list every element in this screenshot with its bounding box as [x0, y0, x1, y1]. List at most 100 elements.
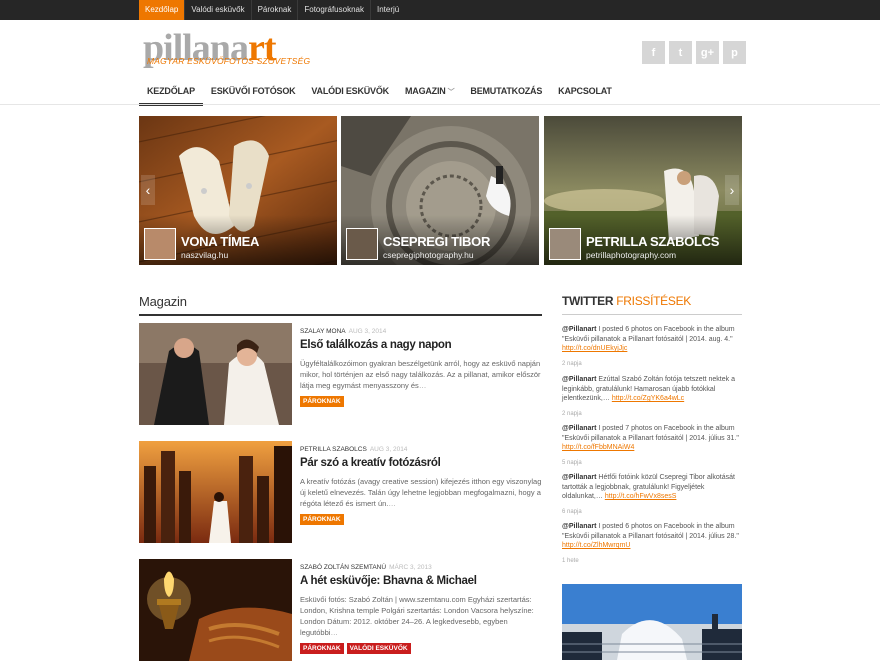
chevron-down-icon: ﹀ [447, 89, 455, 96]
slide-name: CSEPREGI TIBOR [383, 234, 491, 249]
tweet-link[interactable]: http://t.co/dnUEkyjJjc [562, 345, 627, 352]
top-nav-real-weddings[interactable]: Valódi esküvők [185, 0, 252, 20]
top-nav-photographers[interactable]: Fotográfusoknak [298, 0, 371, 20]
twitter-subheading: FRISSÍTÉSEK [616, 294, 691, 308]
nav-divider [0, 104, 880, 105]
nav-item-magazin[interactable]: MAGAZIN ﹀ [397, 80, 462, 106]
nav-item-contact[interactable]: KAPCSOLAT [550, 80, 620, 106]
post-excerpt-text: A kreatív fotózás (avagy creative sessio… [300, 477, 542, 508]
nav-item-home[interactable]: KEZDŐLAP [139, 80, 203, 106]
twitter-icon[interactable]: t [669, 41, 692, 64]
read-more[interactable]: … [388, 499, 396, 508]
tweet-time: 2 napja [562, 360, 582, 367]
post-item: PETRILLA SZABOLCS AUG 3, 2014 Pár szó a k… [139, 441, 542, 545]
google-plus-icon[interactable]: g+ [696, 41, 719, 64]
tweet-item: @Pillanart Hétfői fotóink közül Csepregi… [562, 473, 742, 517]
post-photo [139, 559, 292, 661]
post-tags: PÁROKNAK [300, 396, 344, 407]
sidebar-photo[interactable] [562, 584, 742, 660]
post-title[interactable]: A hét esküvője: Bhavna & Michael [300, 575, 477, 587]
tweet-link[interactable]: http://t.co/hFwVx8sesS [605, 493, 677, 500]
tweet-time: 5 napja [562, 459, 582, 466]
tag-real-weddings[interactable]: VALÓDI ESKÜVŐK [346, 643, 411, 654]
section-underline [139, 314, 542, 316]
post-author[interactable]: SZALAY MONA [300, 328, 346, 335]
avatar [549, 228, 581, 260]
post-item: SZALAY MONA AUG 3, 2014 Első találkozás a… [139, 323, 542, 427]
post-excerpt: Esküvői fotós: Szabó Zoltán | www.szemta… [300, 594, 543, 638]
site-logo[interactable]: pillanart MAGYAR ESKÜVŐFOTÓS SZÖVETSÉG [143, 27, 318, 73]
slide-name: VONA TÍMEA [181, 234, 260, 249]
post-date: AUG 3, 2014 [348, 328, 387, 335]
post-thumbnail[interactable] [139, 323, 292, 425]
top-nav-home[interactable]: Kezdőlap [139, 0, 186, 20]
top-nav-interview[interactable]: Interjú [371, 0, 405, 20]
social-links: f t g+ p [642, 41, 746, 64]
post-author[interactable]: SZABÓ ZOLTÁN SZEMTANÚ [300, 564, 386, 571]
post-photo [139, 323, 292, 425]
avatar [346, 228, 378, 260]
post-excerpt: A kreatív fotózás (avagy creative sessio… [300, 476, 543, 509]
top-nav: Kezdőlap Valódi esküvők Pároknak Fotográ… [139, 0, 405, 20]
logo-tagline: MAGYAR ESKÜVŐFOTÓS SZÖVETSÉG [147, 56, 311, 66]
sidebar-photo-image [562, 584, 742, 660]
magazin-heading: Magazin [139, 294, 187, 309]
avatar [144, 228, 176, 260]
slide-name: PETRILLA SZABOLCS [586, 234, 720, 249]
read-more[interactable]: … [330, 628, 338, 637]
slide-vona-timea[interactable]: VONA TÍMEA naszvilag.hu [139, 116, 337, 265]
post-meta: SZALAY MONA AUG 3, 2014 [300, 328, 386, 335]
twitter-section-title: TWITTER FRISSÍTÉSEK [562, 294, 742, 316]
tweet-handle[interactable]: @Pillanart [562, 474, 596, 481]
magazin-section-title: Magazin [139, 294, 542, 316]
main-nav: KEZDŐLAP ESKÜVŐI FOTÓSOK VALÓDI ESKÜVŐK … [139, 80, 620, 106]
top-nav-couples[interactable]: Pároknak [252, 0, 299, 20]
nav-item-magazin-label: MAGAZIN [404, 86, 446, 96]
tag-couples[interactable]: PÁROKNAK [300, 514, 344, 525]
read-more[interactable]: … [419, 381, 427, 390]
tweet-handle[interactable]: @Pillanart [562, 523, 596, 530]
tweet-handle[interactable]: @Pillanart [562, 376, 596, 383]
nav-item-real-weddings[interactable]: VALÓDI ESKÜVŐK [303, 80, 397, 106]
section-underline [562, 314, 742, 315]
post-author[interactable]: PETRILLA SZABOLCS [300, 446, 367, 453]
post-excerpt: Ügyféltalálkozóimon gyakran beszélgetünk… [300, 358, 543, 391]
top-bar: Kezdőlap Valódi esküvők Pároknak Fotográ… [0, 0, 880, 20]
tweet-item: @Pillanart I posted 7 photos on Facebook… [562, 424, 742, 468]
post-photo [139, 441, 292, 543]
slider-prev-icon[interactable]: ‹ [141, 175, 155, 205]
tweet-link[interactable]: http://t.co/fFbbMNAiW4 [562, 444, 634, 451]
tag-couples[interactable]: PÁROKNAK [300, 396, 344, 407]
slide-site: naszvilag.hu [181, 250, 229, 260]
tweet-time: 6 napja [562, 508, 582, 515]
tweet-time: 2 napja [562, 410, 582, 417]
nav-item-about[interactable]: BEMUTATKOZÁS [462, 80, 550, 106]
slide-petrilla-szabolcs[interactable]: PETRILLA SZABOLCS petrillaphotography.co… [544, 116, 742, 265]
tweet-handle[interactable]: @Pillanart [562, 425, 596, 432]
post-date: MÁRC 3, 2013 [389, 564, 432, 571]
post-tags: PÁROKNAK [300, 514, 344, 525]
facebook-icon[interactable]: f [642, 41, 665, 64]
tag-couples[interactable]: PÁROKNAK [300, 643, 344, 654]
post-item: SZABÓ ZOLTÁN SZEMTANÚ MÁRC 3, 2013 A hét … [139, 559, 542, 663]
slide-site: csepregiphotography.hu [383, 250, 474, 260]
post-meta: PETRILLA SZABOLCS AUG 3, 2014 [300, 446, 407, 453]
post-title[interactable]: Pár szó a kreatív fotózásról [300, 457, 441, 469]
slide-site: petrillaphotography.com [586, 250, 677, 260]
post-title[interactable]: Első találkozás a nagy napon [300, 339, 452, 351]
post-tags: PÁROKNAK VALÓDI ESKÜVŐK [300, 643, 411, 654]
slide-csepregi-tibor[interactable]: CSEPREGI TIBOR csepregiphotography.hu [341, 116, 539, 265]
tweet-item: @Pillanart I posted 6 photos on Facebook… [562, 325, 742, 369]
tweet-link[interactable]: http://t.co/ZgYK6a4wLc [612, 395, 684, 402]
post-meta: SZABÓ ZOLTÁN SZEMTANÚ MÁRC 3, 2013 [300, 564, 432, 571]
post-thumbnail[interactable] [139, 559, 292, 661]
post-thumbnail[interactable] [139, 441, 292, 543]
tweet-handle[interactable]: @Pillanart [562, 326, 596, 333]
tweet-link[interactable]: http://t.co/ZlhMwrqmU [562, 542, 630, 549]
pinterest-icon[interactable]: p [723, 41, 746, 64]
slider-next-icon[interactable]: › [725, 175, 739, 205]
tweet-item: @Pillanart Ezúttal Szabó Zoltán fotója t… [562, 375, 742, 419]
tweet-time: 1 hete [562, 557, 579, 564]
nav-item-photographers[interactable]: ESKÜVŐI FOTÓSOK [203, 80, 304, 106]
twitter-heading: TWITTER [562, 294, 614, 308]
